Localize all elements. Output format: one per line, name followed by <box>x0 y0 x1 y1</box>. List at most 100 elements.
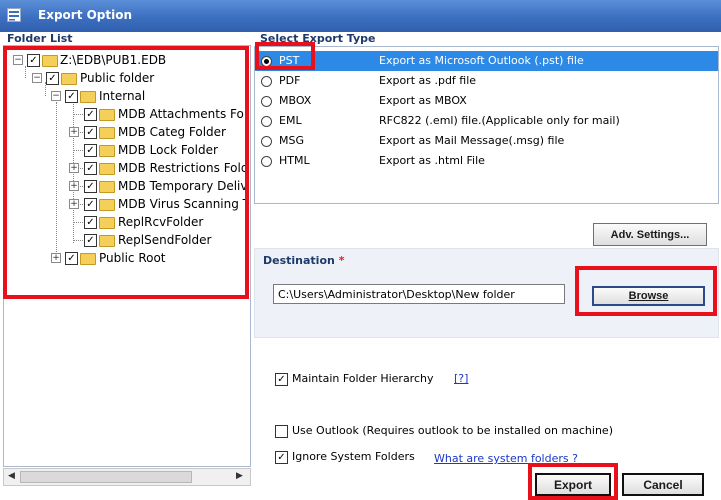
tree-node-label: Public Root <box>99 251 166 265</box>
folder-list-heading: Folder List <box>7 32 73 45</box>
tree-node-mdb-restrictions[interactable]: + ✓ MDB Restrictions Folder <box>4 159 248 177</box>
folder-icon <box>80 91 96 103</box>
tree-checkbox[interactable]: ✓ <box>84 180 97 193</box>
tree-node-label: MDB Lock Folder <box>118 143 218 157</box>
export-type-name: MBOX <box>279 94 312 107</box>
adv-settings-button[interactable]: Adv. Settings... <box>593 223 707 246</box>
export-app-icon <box>7 8 21 22</box>
ignore-system-folders-checkbox[interactable]: ✓ <box>275 451 288 464</box>
tree-node-root-edb[interactable]: − ✓ Z:\EDB\PUB1.EDB <box>4 51 248 69</box>
folder-icon <box>99 199 115 211</box>
tree-checkbox[interactable]: ✓ <box>84 198 97 211</box>
radio-button[interactable] <box>261 96 272 107</box>
expand-icon[interactable]: + <box>69 181 79 191</box>
tree-node-label: MDB Virus Scanning Ter <box>118 197 248 211</box>
radio-button[interactable] <box>261 116 272 127</box>
tree-node-internal[interactable]: − ✓ Internal <box>4 87 248 105</box>
tree-checkbox[interactable]: ✓ <box>65 252 78 265</box>
ignore-system-folders-label: Ignore System Folders <box>292 450 415 463</box>
window-title: Export Option <box>38 8 133 22</box>
collapse-icon[interactable]: − <box>51 91 61 101</box>
browse-button[interactable]: Browse <box>592 286 705 306</box>
destination-path-input[interactable] <box>273 284 565 304</box>
tree-node-label: Public folder <box>80 71 155 85</box>
export-type-name: MSG <box>279 134 304 147</box>
tree-node-mdb-categ[interactable]: + ✓ MDB Categ Folder <box>4 123 248 141</box>
collapse-icon[interactable]: − <box>32 73 42 83</box>
tree-checkbox[interactable]: ✓ <box>84 108 97 121</box>
folder-icon <box>99 163 115 175</box>
expand-icon[interactable]: + <box>69 199 79 209</box>
tree-checkbox[interactable]: ✓ <box>84 162 97 175</box>
expand-icon[interactable]: + <box>69 127 79 137</box>
maintain-hierarchy-label: Maintain Folder Hierarchy <box>292 372 434 385</box>
tree-node-mdb-attachments[interactable]: ✓ MDB Attachments Folde <box>4 105 248 123</box>
system-folders-info-link[interactable]: What are system folders ? <box>434 452 578 465</box>
help-link[interactable]: [?] <box>454 372 468 385</box>
expand-icon[interactable]: + <box>69 163 79 173</box>
radio-button[interactable] <box>261 156 272 167</box>
export-type-list[interactable]: PST Export as Microsoft Outlook (.pst) f… <box>254 46 719 204</box>
expand-icon[interactable]: + <box>51 253 61 263</box>
destination-label-text: Destination <box>263 254 335 267</box>
export-type-eml[interactable]: EML RFC822 (.eml) file.(Applicable only … <box>255 111 718 131</box>
required-mark: * <box>338 254 345 267</box>
destination-label: Destination * <box>263 254 344 267</box>
folder-tree[interactable]: − ✓ Z:\EDB\PUB1.EDB − ✓ Public folder − … <box>3 45 251 467</box>
tree-checkbox[interactable]: ✓ <box>84 216 97 229</box>
export-type-desc: RFC822 (.eml) file.(Applicable only for … <box>379 114 620 127</box>
folder-icon <box>80 253 96 265</box>
folder-icon <box>99 235 115 247</box>
tree-node-mdb-virus-scanning[interactable]: + ✓ MDB Virus Scanning Ter <box>4 195 248 213</box>
folder-icon <box>99 181 115 193</box>
tree-node-public-root[interactable]: + ✓ Public Root <box>4 249 248 267</box>
tree-node-label: MDB Temporary Deliver <box>118 179 248 193</box>
radio-button[interactable] <box>261 76 272 87</box>
collapse-icon[interactable]: − <box>13 55 23 65</box>
tree-node-public-folder[interactable]: − ✓ Public folder <box>4 69 248 87</box>
export-type-html[interactable]: HTML Export as .html File <box>255 151 718 171</box>
folder-open-icon <box>42 55 58 67</box>
tree-node-replsendfolder[interactable]: ✓ ReplSendFolder <box>4 231 248 249</box>
tree-checkbox[interactable]: ✓ <box>65 90 78 103</box>
tree-node-label: MDB Restrictions Folder <box>118 161 248 175</box>
tree-checkbox[interactable]: ✓ <box>27 54 40 67</box>
scroll-left-arrow-icon[interactable]: ◀ <box>8 471 15 481</box>
tree-node-label: MDB Attachments Folde <box>118 107 248 121</box>
tree-node-label: Internal <box>99 89 146 103</box>
radio-button[interactable] <box>261 56 272 67</box>
tree-node-label: ReplSendFolder <box>118 233 212 247</box>
tree-checkbox[interactable]: ✓ <box>84 144 97 157</box>
folder-icon <box>99 217 115 229</box>
maintain-hierarchy-checkbox[interactable]: ✓ <box>275 373 288 386</box>
folder-tree-horizontal-scrollbar[interactable]: ◀ ▶ <box>3 468 251 486</box>
tree-node-replrcvfolder[interactable]: ✓ ReplRcvFolder <box>4 213 248 231</box>
export-button[interactable]: Export <box>535 473 611 496</box>
export-type-desc: Export as MBOX <box>379 94 467 107</box>
cancel-button[interactable]: Cancel <box>622 473 704 496</box>
tree-node-mdb-lock[interactable]: ✓ MDB Lock Folder <box>4 141 248 159</box>
export-type-desc: Export as Mail Message(.msg) file <box>379 134 565 147</box>
tree-node-label: MDB Categ Folder <box>118 125 226 139</box>
folder-icon <box>99 109 115 121</box>
export-type-mbox[interactable]: MBOX Export as MBOX <box>255 91 718 111</box>
export-type-desc: Export as .html File <box>379 154 485 167</box>
tree-node-label: Z:\EDB\PUB1.EDB <box>60 53 167 67</box>
radio-button[interactable] <box>261 136 272 147</box>
export-type-msg[interactable]: MSG Export as Mail Message(.msg) file <box>255 131 718 151</box>
export-type-name: PDF <box>279 74 301 87</box>
export-type-name: PST <box>279 54 300 67</box>
tree-node-mdb-temporary[interactable]: + ✓ MDB Temporary Deliver <box>4 177 248 195</box>
export-type-pst[interactable]: PST Export as Microsoft Outlook (.pst) f… <box>255 51 718 71</box>
export-type-desc: Export as .pdf file <box>379 74 477 87</box>
tree-checkbox[interactable]: ✓ <box>84 126 97 139</box>
tree-checkbox[interactable]: ✓ <box>46 72 59 85</box>
export-type-pdf[interactable]: PDF Export as .pdf file <box>255 71 718 91</box>
folder-icon <box>99 127 115 139</box>
use-outlook-checkbox[interactable] <box>275 425 288 438</box>
folder-icon <box>99 145 115 157</box>
export-type-heading: Select Export Type <box>260 32 376 45</box>
scrollbar-thumb[interactable] <box>20 471 192 483</box>
tree-checkbox[interactable]: ✓ <box>84 234 97 247</box>
scroll-right-arrow-icon[interactable]: ▶ <box>236 471 243 481</box>
